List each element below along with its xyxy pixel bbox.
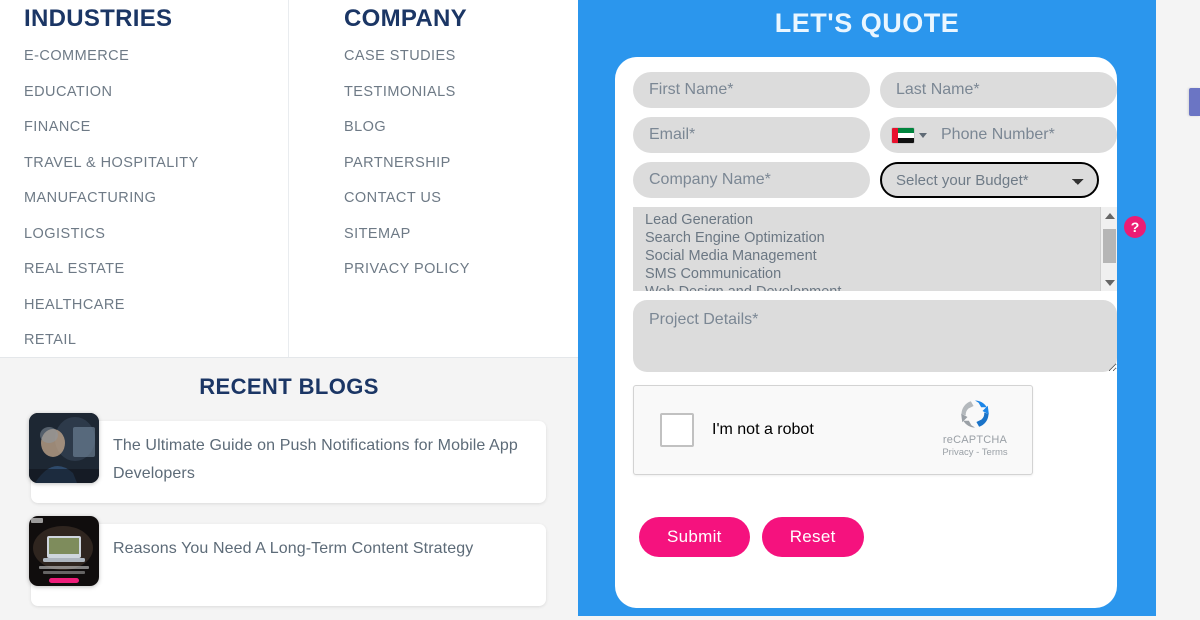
- service-option-social-media[interactable]: Social Media Management: [645, 247, 1117, 265]
- sidebar-item-retail[interactable]: RETAIL: [24, 333, 288, 348]
- recaptcha-logo-icon: [930, 396, 1020, 432]
- recaptcha-brand-name: reCAPTCHA: [942, 434, 1008, 446]
- reset-button[interactable]: Reset: [761, 517, 864, 557]
- blog-thumbnail-image: [29, 516, 99, 586]
- services-multiselect[interactable]: Lead Generation Search Engine Optimizati…: [633, 207, 1117, 291]
- blog-title: The Ultimate Guide on Push Notifications…: [113, 437, 518, 482]
- page-title: LET'S QUOTE: [774, 8, 960, 38]
- page-root: INDUSTRIES E-COMMERCE EDUCATION FINANCE …: [0, 0, 1200, 620]
- services-option-list: Lead Generation Search Engine Optimizati…: [633, 207, 1117, 291]
- company-name-input[interactable]: [633, 162, 870, 198]
- chevron-down-icon[interactable]: [919, 132, 927, 138]
- recaptcha-privacy-link[interactable]: Privacy: [942, 447, 973, 458]
- recaptcha-legal-separator: -: [976, 447, 980, 458]
- email-field[interactable]: [633, 117, 870, 153]
- edge-widget-tab[interactable]: [1189, 88, 1200, 116]
- scroll-up-arrow-icon[interactable]: [1101, 207, 1117, 224]
- list-item[interactable]: Reasons You Need A Long-Term Content Str…: [29, 516, 546, 606]
- company-budget-row: Select your Budget*: [633, 162, 1099, 198]
- sidebar-item-healthcare[interactable]: HEALTHCARE: [24, 298, 288, 313]
- budget-select[interactable]: Select your Budget*: [880, 162, 1099, 198]
- recaptcha-widget[interactable]: I'm not a robot reCAPTCHA Privacy - Term…: [633, 385, 1033, 475]
- form-actions: Submit Reset: [633, 517, 1099, 557]
- last-name-input[interactable]: [880, 72, 1117, 108]
- company-column: COMPANY CASE STUDIES TESTIMONIALS BLOG P…: [344, 5, 470, 278]
- blog-thumbnail-image: [29, 413, 99, 483]
- service-option-web-design[interactable]: Web Design and Development: [645, 283, 1117, 291]
- quote-form-card: Select your Budget* Lead Generation Sear…: [615, 57, 1148, 608]
- recaptcha-legal-links: Privacy - Terms: [930, 447, 1020, 458]
- blog-title: Reasons You Need A Long-Term Content Str…: [113, 540, 474, 557]
- footer-left-column: INDUSTRIES E-COMMERCE EDUCATION FINANCE …: [0, 0, 578, 620]
- service-option-seo[interactable]: Search Engine Optimization: [645, 229, 1117, 247]
- scroll-down-arrow-icon[interactable]: [1101, 274, 1117, 291]
- recent-blogs-section: RECENT BLOGS The Ultimate Guide on Push: [0, 358, 578, 620]
- phone-input-group: [880, 117, 1148, 153]
- services-scrollbar[interactable]: [1100, 207, 1117, 291]
- recaptcha-checkbox[interactable]: [660, 413, 694, 447]
- contact-row: [633, 117, 1148, 153]
- scrollbar-thumb[interactable]: [1103, 229, 1116, 263]
- recaptcha-terms-link[interactable]: Terms: [982, 447, 1008, 458]
- name-row: [633, 72, 1117, 108]
- project-details-textarea[interactable]: [633, 300, 1117, 372]
- help-badge[interactable]: ?: [1124, 216, 1146, 238]
- service-option-lead-generation[interactable]: Lead Generation: [645, 211, 1117, 229]
- phone-number-input[interactable]: [927, 126, 1148, 144]
- recent-blogs-heading: RECENT BLOGS: [199, 374, 379, 399]
- recaptcha-branding: reCAPTCHA Privacy - Terms: [930, 396, 1020, 458]
- service-option-sms[interactable]: SMS Communication: [645, 265, 1117, 283]
- list-item[interactable]: The Ultimate Guide on Push Notifications…: [29, 413, 546, 503]
- submit-button[interactable]: Submit: [639, 517, 750, 557]
- first-name-input[interactable]: [633, 72, 870, 108]
- recaptcha-label: I'm not a robot: [712, 421, 814, 438]
- footer-link-columns: INDUSTRIES E-COMMERCE EDUCATION FINANCE …: [0, 0, 578, 358]
- uae-flag-icon[interactable]: [892, 127, 914, 143]
- quote-panel-region: LET'S QUOTE S: [578, 0, 1200, 620]
